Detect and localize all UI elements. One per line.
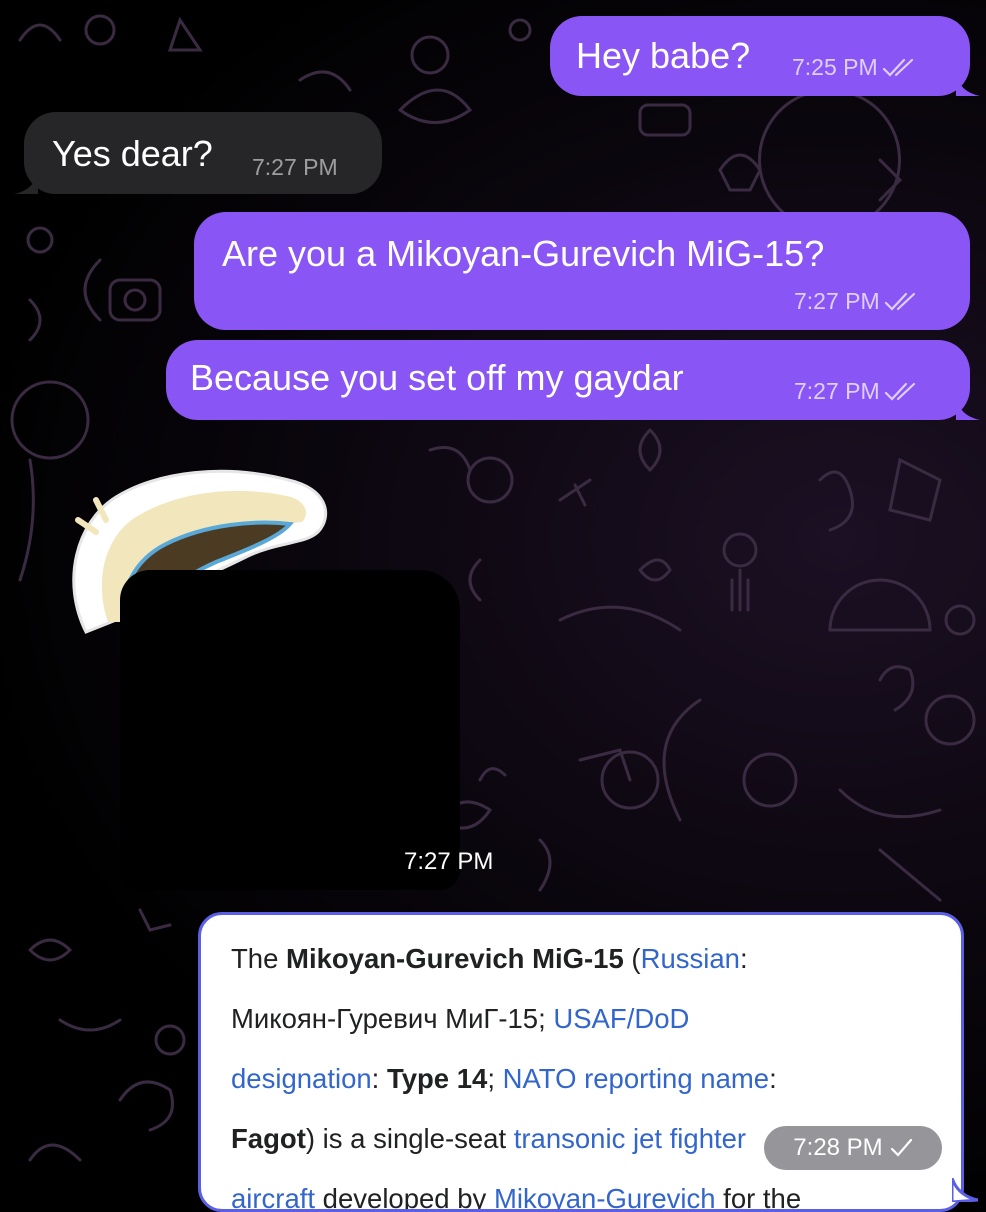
message-time: 7:27 PM bbox=[794, 378, 880, 404]
outgoing-message[interactable]: Are you a Mikoyan-Gurevich MiG-15? 7:27 … bbox=[194, 212, 970, 330]
single-check-icon bbox=[890, 1138, 912, 1157]
outgoing-message[interactable]: Because you set off my gaydar 7:27 PM bbox=[166, 340, 980, 420]
wiki-link-transonic[interactable]: transonic jet fighter bbox=[514, 1123, 746, 1154]
sticker-time: 7:27 PM bbox=[404, 848, 494, 875]
double-check-icon bbox=[882, 58, 913, 77]
wiki-link-russian[interactable]: Russian bbox=[641, 943, 740, 974]
double-check-icon bbox=[884, 382, 915, 401]
message-text: Are you a Mikoyan-Gurevich MiG-15? bbox=[222, 233, 825, 274]
wiki-line: designation: Type 14; NATO reporting nam… bbox=[231, 1063, 777, 1094]
message-time: 7:28 PM bbox=[793, 1134, 883, 1161]
wiki-line: Микоян-Гуревич МиГ-15; USAF/DoD bbox=[231, 1003, 690, 1034]
message-meta: 7:27 PM bbox=[794, 288, 918, 315]
wiki-line: The Mikoyan-Gurevich MiG-15 (Russian: bbox=[231, 943, 748, 974]
wiki-line: aircraft developed by Mikoyan-Gurevich f… bbox=[231, 1183, 802, 1212]
double-check-icon bbox=[884, 292, 915, 311]
incoming-message[interactable]: Yes dear? 7:27 PM bbox=[14, 112, 382, 194]
message-meta: 7:27 PM bbox=[794, 378, 918, 405]
bubble-tail bbox=[952, 1178, 978, 1202]
message-meta: 7:28 PM bbox=[764, 1126, 942, 1170]
bubble-tail bbox=[956, 74, 980, 96]
message-text: Yes dear? bbox=[52, 133, 213, 174]
message-time: 7:25 PM bbox=[792, 54, 878, 80]
redacted-area bbox=[120, 570, 460, 890]
message-text: Hey babe? bbox=[576, 35, 751, 76]
bubble-tail bbox=[956, 398, 980, 420]
message-text: Because you set off my gaydar bbox=[190, 357, 684, 398]
wiki-link-nato[interactable]: NATO reporting name bbox=[503, 1063, 769, 1094]
wiki-link-usaf[interactable]: USAF/DoD bbox=[553, 1003, 689, 1034]
bubble-tail bbox=[14, 172, 38, 194]
outgoing-message[interactable]: Hey babe? 7:25 PM bbox=[550, 16, 980, 96]
message-time: 7:27 PM bbox=[794, 288, 880, 314]
wiki-link-mikoyan[interactable]: Mikoyan-Gurevich bbox=[494, 1183, 716, 1209]
wiki-link-aircraft[interactable]: aircraft bbox=[231, 1183, 315, 1209]
wiki-link-designation[interactable]: designation bbox=[231, 1063, 372, 1094]
message-meta: 7:25 PM bbox=[792, 54, 916, 81]
message-time: 7:27 PM bbox=[252, 154, 338, 180]
